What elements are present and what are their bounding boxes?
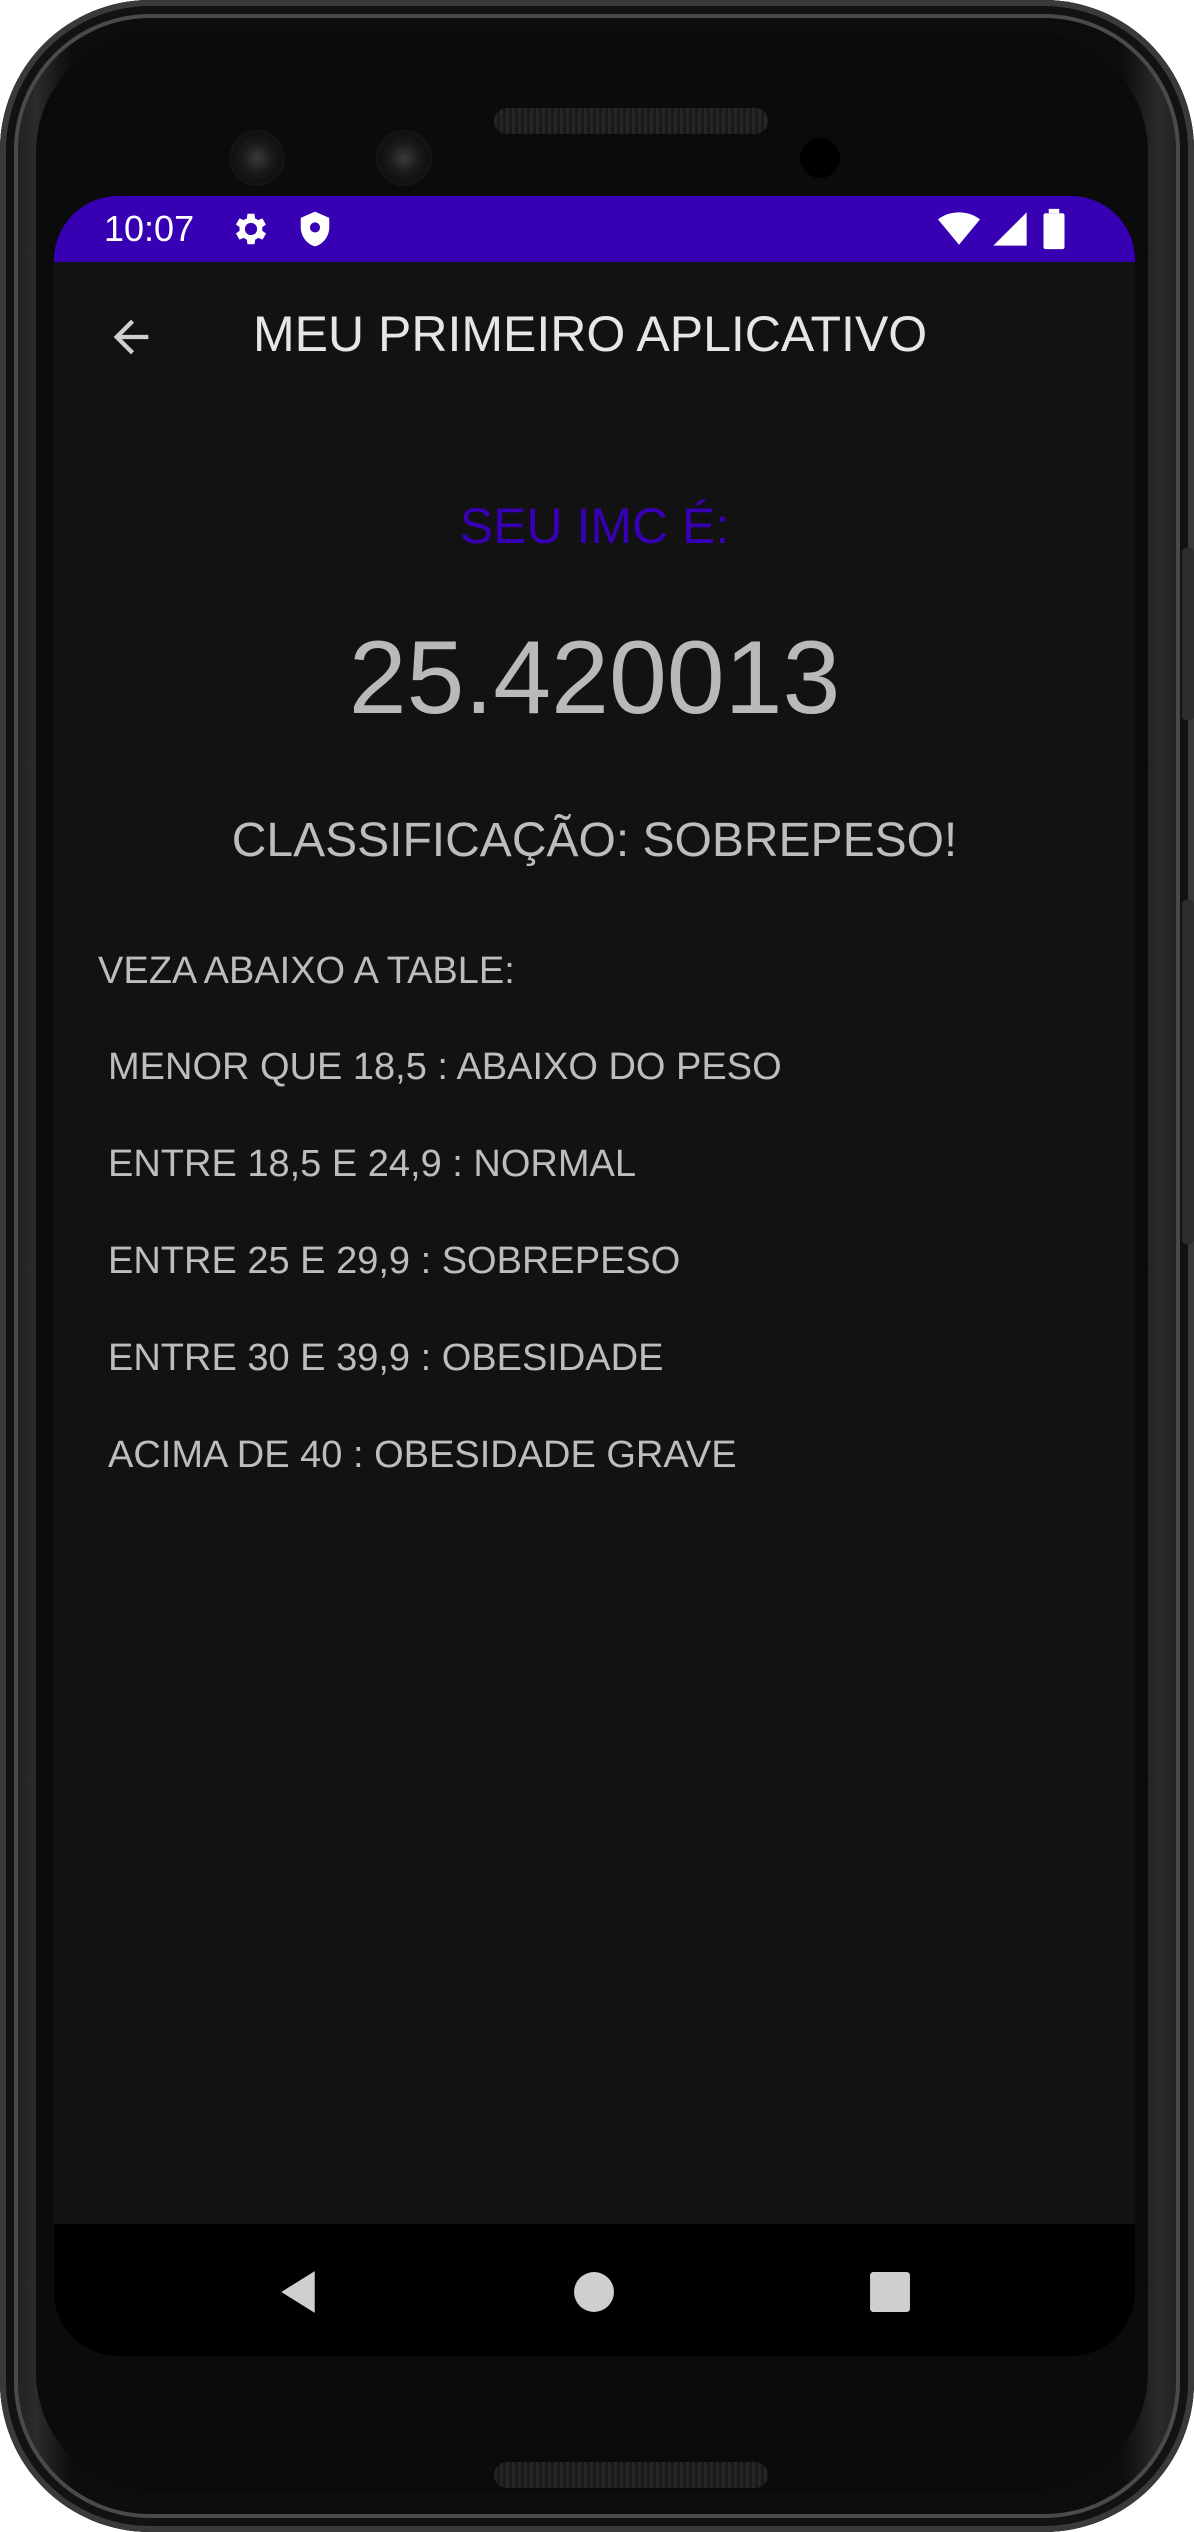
shield-icon (300, 211, 330, 247)
app-title: MEU PRIMEIRO APLICATIVO (253, 306, 928, 362)
phone-frame: 10:07 MEU PRIMEIRO APLICATIVO SEU IMC É:… (0, 0, 1194, 2532)
nav-recents-button[interactable] (862, 2264, 918, 2320)
table-row-overweight: ENTRE 25 E 29,9 : SOBREPESO (108, 1240, 681, 1282)
imc-value: 25.420013 (348, 620, 841, 736)
nav-home-button[interactable] (566, 2264, 622, 2320)
classification-text: CLASSIFICAÇÃO: SOBREPESO! (231, 814, 958, 867)
table-title: VEZA ABAIXO A TABLE: (98, 950, 515, 992)
battery-icon (1043, 208, 1065, 250)
nav-back-button[interactable] (270, 2264, 326, 2320)
screen: 10:07 MEU PRIMEIRO APLICATIVO SEU IMC É:… (54, 196, 1135, 2356)
table-row-underweight: MENOR QUE 18,5 : ABAIXO DO PESO (108, 1046, 782, 1088)
bottom-speaker (494, 2462, 768, 2488)
table-row-severe-obesity: ACIMA DE 40 : OBESIDADE GRAVE (108, 1434, 737, 1476)
table-row-obesity: ENTRE 30 E 39,9 : OBESIDADE (108, 1337, 664, 1379)
imc-label: SEU IMC É: (459, 498, 730, 554)
back-button[interactable] (96, 302, 166, 372)
arrow-back-icon (113, 319, 149, 355)
earpiece-speaker (494, 108, 768, 134)
cell-signal-icon (993, 212, 1027, 246)
settings-gear-icon (235, 213, 267, 245)
volume-button (1182, 900, 1194, 1244)
navigation-bar (54, 2224, 1135, 2356)
nav-home-icon (574, 2272, 614, 2312)
status-bar: 10:07 (54, 196, 1135, 262)
nav-recents-icon (870, 2272, 910, 2312)
app-bar: MEU PRIMEIRO APLICATIVO (54, 262, 1135, 412)
table-row-normal: ENTRE 18,5 E 24,9 : NORMAL (108, 1143, 636, 1185)
front-camera (229, 130, 285, 186)
wifi-icon (938, 212, 980, 245)
nav-back-icon (281, 2271, 315, 2313)
proximity-sensor (800, 138, 840, 178)
power-button (1182, 548, 1194, 720)
front-camera-secondary (376, 130, 432, 186)
status-time: 10:07 (104, 208, 195, 249)
